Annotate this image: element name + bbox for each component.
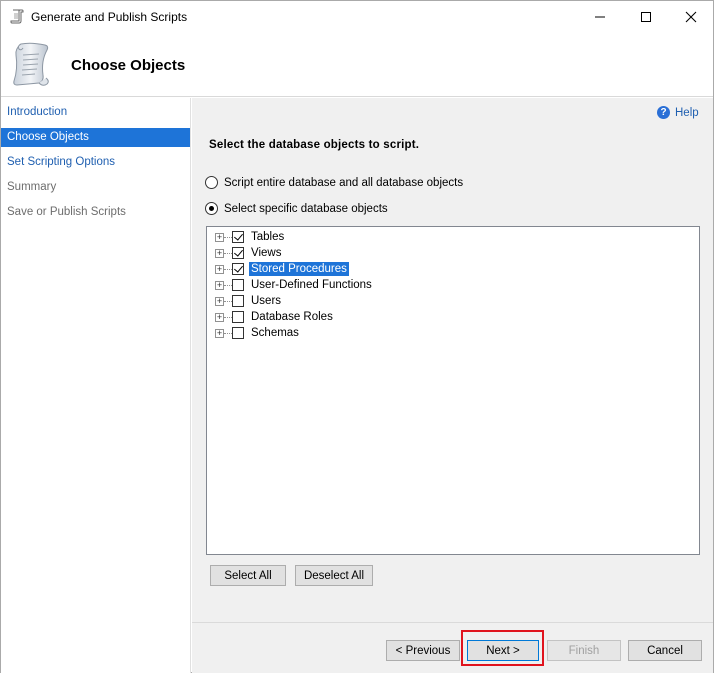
checkbox[interactable] [232,247,244,259]
maximize-button[interactable] [623,1,669,33]
select-all-button[interactable]: Select All [210,565,286,586]
object-tree[interactable]: + Tables + Views + Stored Procedures + U… [206,226,700,555]
window-title: Generate and Publish Scripts [31,10,188,24]
expand-icon[interactable]: + [215,233,224,242]
checkbox[interactable] [232,279,244,291]
tree-connector [224,285,232,286]
tree-node-stored-procedures[interactable]: + Stored Procedures [207,261,697,277]
tree-node-tables[interactable]: + Tables [207,229,697,245]
close-button[interactable] [668,1,714,33]
footer-divider [192,622,713,623]
checkbox[interactable] [232,327,244,339]
radio-label: Script entire database and all database … [224,176,464,189]
expand-icon[interactable]: + [215,313,224,322]
tree-connector [224,237,232,238]
tree-node-label[interactable]: Stored Procedures [249,262,349,276]
checkbox[interactable] [232,231,244,243]
minimize-icon [595,16,605,18]
tree-node-label[interactable]: Schemas [249,326,301,340]
minimize-button[interactable] [577,1,623,33]
close-icon [685,11,697,23]
tree-node-database-roles[interactable]: + Database Roles [207,309,697,325]
nav-item-save-or-publish: Save or Publish Scripts [7,206,126,218]
checkbox[interactable] [232,311,244,323]
radio-button[interactable] [205,176,218,189]
script-scroll-icon [10,9,24,24]
checkbox[interactable] [232,263,244,275]
wizard-steps-nav: Introduction Choose Objects Set Scriptin… [1,98,191,673]
help-link[interactable]: ? Help [657,106,699,119]
tree-connector [224,333,232,334]
tree-connector [224,301,232,302]
tree-node-label[interactable]: Users [249,294,283,308]
cancel-button[interactable]: Cancel [628,640,702,661]
tree-node-schemas[interactable]: + Schemas [207,325,697,341]
previous-button[interactable]: < Previous [386,640,460,661]
expand-icon[interactable]: + [215,281,224,290]
main-panel: ? Help Select the database objects to sc… [192,98,713,673]
nav-item-choose-objects[interactable]: Choose Objects [1,128,190,147]
deselect-all-button[interactable]: Deselect All [295,565,373,586]
tree-node-label[interactable]: User-Defined Functions [249,278,374,292]
tree-node-label[interactable]: Database Roles [249,310,335,324]
expand-icon[interactable]: + [215,297,224,306]
tree-node-user-defined-functions[interactable]: + User-Defined Functions [207,277,697,293]
checkbox[interactable] [232,295,244,307]
dialog-window: Generate and Publish Scripts Choose Obje… [0,0,714,673]
expand-icon[interactable]: + [215,249,224,258]
finish-button[interactable]: Finish [547,640,621,661]
nav-item-summary: Summary [7,181,57,193]
nav-item-set-scripting-options[interactable]: Set Scripting Options [1,153,190,172]
radio-label: Select specific database objects [224,202,388,215]
nav-item-introduction[interactable]: Introduction [1,103,190,122]
next-button[interactable]: Next > [467,640,539,661]
tree-node-users[interactable]: + Users [207,293,697,309]
tree-node-label[interactable]: Tables [249,230,286,244]
tree-connector [224,253,232,254]
tree-connector [224,317,232,318]
radio-button[interactable] [205,202,218,215]
help-label: Help [675,106,699,119]
tree-connector [224,269,232,270]
page-title: Choose Objects [71,57,186,74]
instruction-text: Select the database objects to script. [209,139,420,151]
wizard-header: Choose Objects [1,33,713,97]
radio-script-entire-database[interactable]: Script entire database and all database … [205,176,463,189]
tree-node-label[interactable]: Views [249,246,283,260]
title-bar: Generate and Publish Scripts [1,1,713,33]
expand-icon[interactable]: + [215,329,224,338]
script-scroll-icon [13,42,49,86]
maximize-icon [641,12,651,22]
tree-node-views[interactable]: + Views [207,245,697,261]
radio-select-specific-objects[interactable]: Select specific database objects [205,202,388,215]
expand-icon[interactable]: + [215,265,224,274]
help-icon: ? [657,106,670,119]
